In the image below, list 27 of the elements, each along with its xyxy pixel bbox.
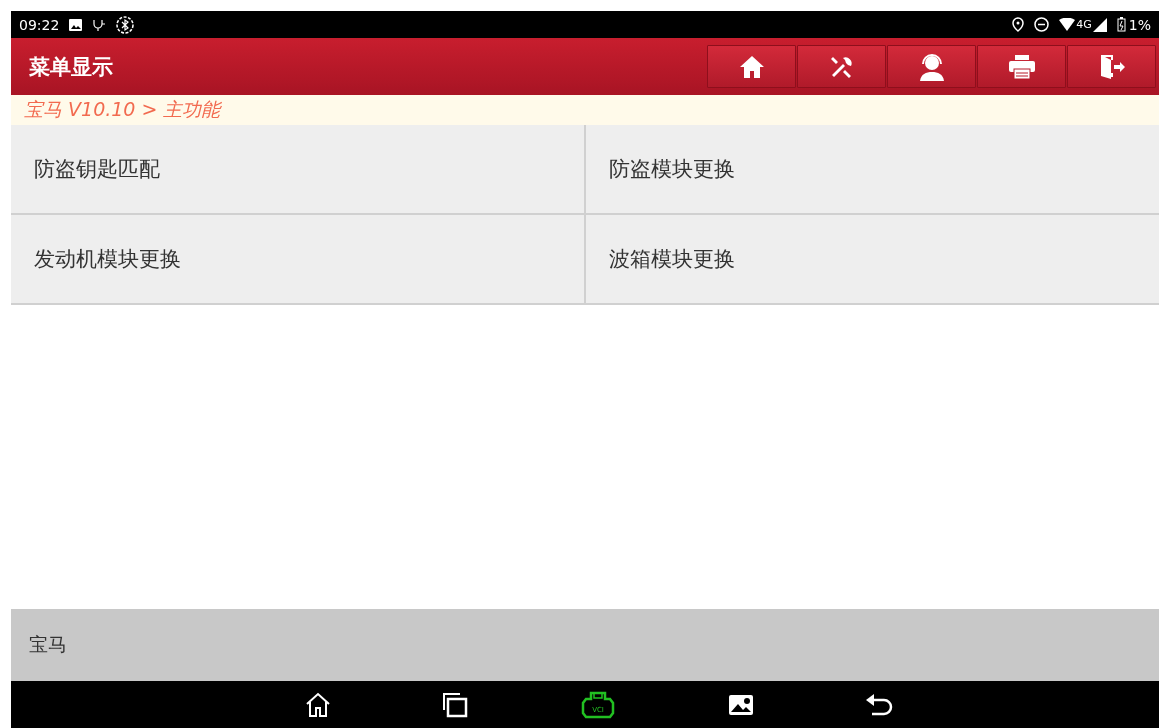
recents-icon[interactable] (441, 690, 469, 719)
menu-item[interactable]: 发动机模块更换 (11, 215, 584, 303)
home-icon[interactable] (304, 690, 332, 719)
wifi-icon (1059, 18, 1076, 31)
network-type: 4G (1076, 18, 1092, 31)
usb-debug-icon (92, 17, 107, 32)
breadcrumb: 宝马 V10.10 > 主功能 (24, 97, 221, 122)
printer-icon (1007, 53, 1036, 80)
support-button[interactable] (887, 45, 976, 88)
battery-percent: 1% (1128, 16, 1151, 33)
menu-item[interactable]: 防盗模块更换 (586, 125, 1159, 213)
screen-title: 菜单显示 (29, 53, 114, 81)
menu-item[interactable]: 防盗钥匙匹配 (11, 125, 584, 213)
location-icon (1012, 17, 1025, 32)
tools-button[interactable] (797, 45, 886, 88)
print-button[interactable] (977, 45, 1066, 88)
menu-item[interactable]: 波箱模块更换 (586, 215, 1159, 303)
home-button[interactable] (707, 45, 796, 88)
clock: 09:22 (19, 16, 60, 33)
signal-icon (1092, 17, 1107, 32)
do-not-disturb-icon (1034, 17, 1050, 32)
battery-icon (1116, 17, 1126, 32)
bluetooth-icon (116, 15, 135, 34)
image-icon (69, 18, 83, 31)
exit-button[interactable] (1067, 45, 1156, 88)
home-icon (738, 54, 765, 79)
vehicle-label: 宝马 (29, 632, 67, 657)
